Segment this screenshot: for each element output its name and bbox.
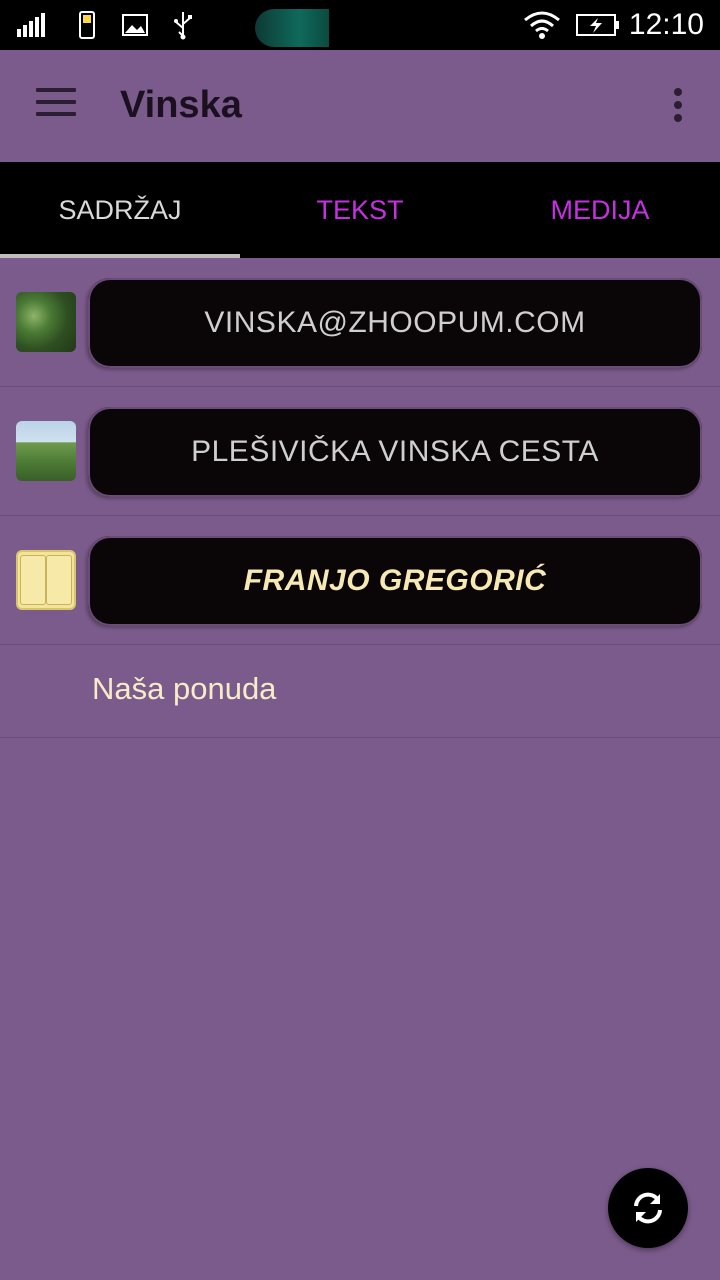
- offer-label: Naša ponuda: [92, 671, 277, 706]
- list-item[interactable]: Naša ponuda: [0, 645, 720, 738]
- phone-battery-icon: [78, 10, 96, 40]
- tab-tekst[interactable]: TEKST: [240, 162, 480, 258]
- image-icon: [122, 10, 148, 40]
- app-title: Vinska: [120, 84, 242, 126]
- tab-sadrzaj[interactable]: SADRŽAJ: [0, 162, 240, 258]
- wine-road-button[interactable]: PLEŠIVIČKA VINSKA CESTA: [88, 407, 702, 497]
- app-bar: Vinska: [0, 50, 720, 162]
- usb-icon: [170, 10, 196, 40]
- battery-charging-icon: [576, 10, 620, 40]
- list-item[interactable]: FRANJO GREGORIĆ: [0, 516, 720, 645]
- grapes-thumbnail: [16, 292, 76, 352]
- menu-icon[interactable]: [36, 88, 76, 122]
- status-pill: [255, 9, 329, 47]
- refresh-icon: [634, 1192, 662, 1224]
- book-icon: [16, 550, 76, 610]
- overflow-menu-icon[interactable]: [672, 88, 684, 124]
- vineyard-thumbnail: [16, 421, 76, 481]
- list-item[interactable]: PLEŠIVIČKA VINSKA CESTA: [0, 387, 720, 516]
- status-bar: 12:10: [0, 0, 720, 50]
- content-list: VINSKA@ZHOOPUM.COM PLEŠIVIČKA VINSKA CES…: [0, 258, 720, 738]
- refresh-button[interactable]: [608, 1168, 688, 1248]
- signal-icon: [16, 10, 48, 40]
- list-item[interactable]: VINSKA@ZHOOPUM.COM: [0, 258, 720, 387]
- clock: 12:10: [628, 8, 704, 41]
- email-button[interactable]: VINSKA@ZHOOPUM.COM: [88, 278, 702, 368]
- tab-bar: SADRŽAJ TEKST MEDIJA: [0, 162, 720, 258]
- wifi-icon: [522, 10, 562, 40]
- person-button[interactable]: FRANJO GREGORIĆ: [88, 536, 702, 626]
- tab-medija[interactable]: MEDIJA: [480, 162, 720, 258]
